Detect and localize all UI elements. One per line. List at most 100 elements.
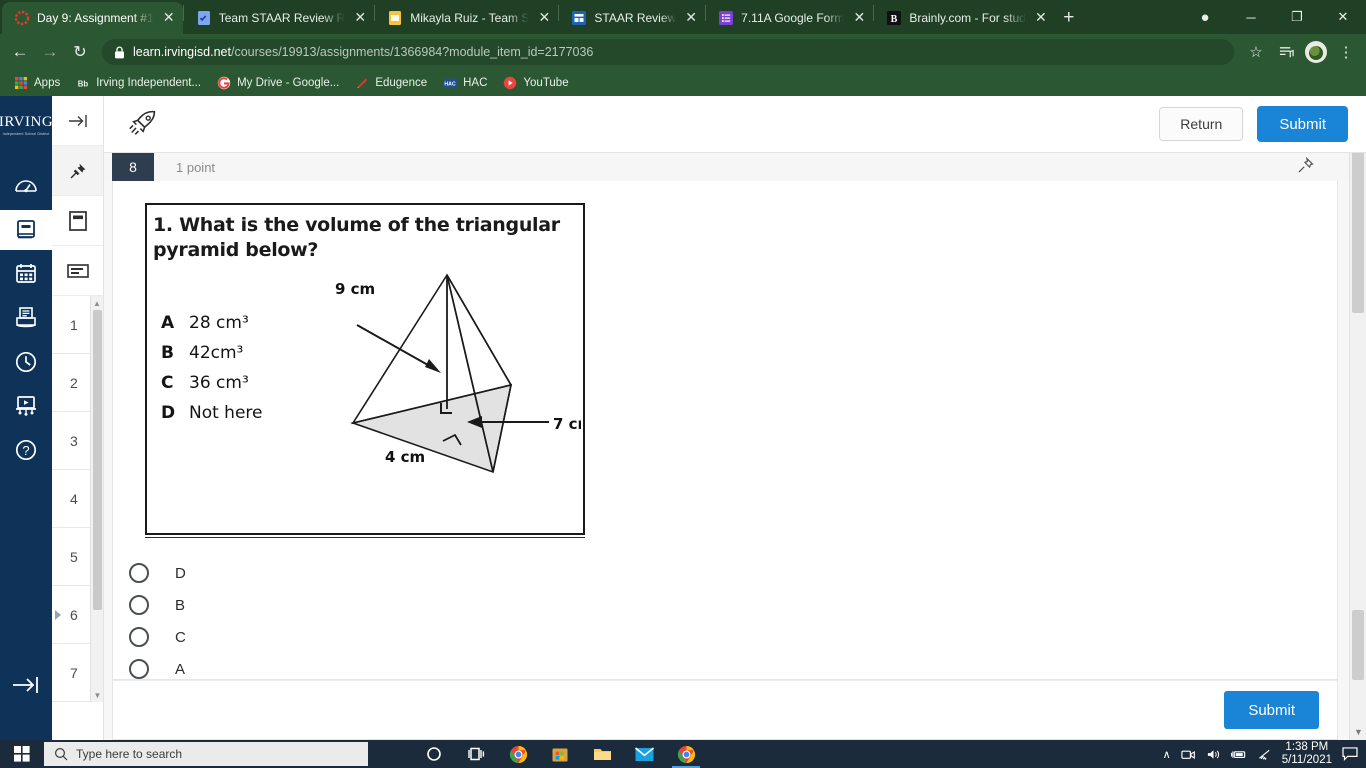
tab-close-icon[interactable]: ✕ [851, 10, 867, 26]
bookmark-label: YouTube [523, 77, 569, 89]
canvas-icon [14, 10, 30, 26]
question-list-scrollbar[interactable]: ▲ ▼ [90, 296, 103, 702]
question-number: 7 [70, 664, 78, 681]
maximize-button[interactable]: ❐ [1274, 1, 1320, 33]
book-icon [17, 220, 35, 239]
radio-button[interactable] [129, 627, 149, 647]
tab-close-icon[interactable]: ✕ [683, 10, 699, 26]
forms-list-icon [719, 11, 734, 25]
pin-panel-button[interactable] [52, 146, 103, 196]
scroll-up-arrow[interactable]: ▲ [91, 296, 103, 310]
sidebar-item-help[interactable]: ? [0, 430, 52, 470]
volume-icon[interactable] [1206, 748, 1221, 761]
answer-option-1[interactable]: D [123, 557, 1337, 589]
minimize-button[interactable]: ─ [1228, 1, 1274, 33]
tab-title: 7.11A Google Form [741, 11, 845, 25]
expand-panel-button[interactable] [52, 96, 103, 146]
forward-button[interactable]: → [36, 38, 64, 66]
chrome-menu-button[interactable]: ⋮ [1332, 38, 1360, 66]
sidebar-item-inbox[interactable] [0, 298, 52, 338]
browser-tab-3[interactable]: Mikayla Ruiz - Team S ✕ [375, 2, 558, 34]
bookmarks-bar: Apps Bb Irving Independent... My Drive -… [0, 70, 1366, 96]
question-body: 1. What is the volume of the triangular … [112, 181, 1338, 680]
tab-title: Mikayla Ruiz - Team S [410, 11, 530, 25]
page-scrollbar-thumb-secondary[interactable] [1352, 610, 1364, 680]
task-view-button[interactable] [456, 740, 496, 768]
address-bar[interactable]: learn.irvingisd.net/courses/19913/assign… [102, 39, 1234, 65]
bookmark-hac[interactable]: HAC HAC [443, 76, 487, 90]
browser-window: Day 9: Assignment #1 ✕ Team STAAR Review… [0, 0, 1366, 740]
pin-question-button[interactable] [1297, 156, 1314, 179]
logo-tagline: Independent School District [2, 131, 50, 136]
scrollbar-thumb[interactable] [93, 310, 102, 610]
browser-tab-4[interactable]: STAAR Review ✕ [559, 2, 705, 34]
question-number: 2 [70, 374, 78, 391]
new-tab-button[interactable]: + [1055, 4, 1083, 32]
sidebar-item-calendar[interactable] [0, 254, 52, 294]
reading-list-icon[interactable] [1272, 38, 1300, 66]
microsoft-store-button[interactable] [540, 740, 580, 768]
back-button[interactable]: ← [6, 38, 34, 66]
answer-option-4[interactable]: A [123, 653, 1337, 679]
text-block-button[interactable] [52, 246, 103, 296]
submit-button-bottom[interactable]: Submit [1224, 691, 1319, 729]
bookmark-youtube[interactable]: YouTube [503, 76, 569, 90]
mail-button[interactable] [624, 740, 664, 768]
scroll-down-arrow[interactable]: ▼ [91, 688, 104, 702]
notification-icon[interactable] [1342, 747, 1358, 761]
browser-tab-6[interactable]: B Brainly.com - For stud ✕ [874, 2, 1054, 34]
header-block-button[interactable] [52, 196, 103, 246]
bookmark-star-icon[interactable]: ☆ [1242, 38, 1270, 66]
answer-option-3[interactable]: C [123, 621, 1337, 653]
close-window-button[interactable]: ✕ [1320, 1, 1366, 33]
browser-tab-2[interactable]: Team STAAR Review R ✕ [184, 2, 374, 34]
file-explorer-button[interactable] [582, 740, 622, 768]
bookmark-apps[interactable]: Apps [14, 76, 60, 90]
question-figure-wrap: 1. What is the volume of the triangular … [145, 203, 1337, 535]
profile-avatar[interactable] [1302, 38, 1330, 66]
bookmark-irving-isd[interactable]: Bb Irving Independent... [76, 76, 201, 90]
clock[interactable]: 1:38 PM 5/11/2021 [1282, 741, 1332, 767]
bookmark-label: Edugence [375, 77, 428, 89]
youtube-icon [504, 76, 517, 90]
submit-button-top[interactable]: Submit [1257, 106, 1348, 142]
reload-button[interactable]: ↻ [66, 38, 94, 66]
browser-tab-5[interactable]: 7.11A Google Form ✕ [706, 2, 873, 34]
start-button[interactable] [0, 740, 44, 768]
figure-choice-a: A 28 cm³ [161, 313, 263, 333]
sidebar-item-courses[interactable] [0, 210, 52, 250]
cortana-button[interactable] [414, 740, 454, 768]
sidebar-item-dashboard[interactable] [0, 166, 52, 206]
camera-icon[interactable] [1181, 748, 1196, 761]
radio-button[interactable] [129, 659, 149, 679]
radio-button[interactable] [129, 563, 149, 583]
chrome-active-window-button[interactable] [666, 740, 706, 768]
bookmark-edugence[interactable]: Edugence [355, 76, 427, 90]
browser-tab-1[interactable]: Day 9: Assignment #1 ✕ [2, 2, 183, 34]
figure-choice-d: D Not here [161, 403, 263, 423]
chrome-taskbar-button[interactable] [498, 740, 538, 768]
tab-close-icon[interactable]: ✕ [352, 10, 368, 26]
tab-close-icon[interactable]: ✕ [161, 10, 177, 26]
tab-close-icon[interactable]: ✕ [536, 10, 552, 26]
answer-option-2[interactable]: B [123, 589, 1337, 621]
browser-toolbar: ← → ↻ learn.irvingisd.net/courses/19913/… [0, 34, 1366, 70]
wifi-icon[interactable] [1257, 748, 1272, 761]
search-input[interactable]: Type here to search [44, 742, 368, 766]
page-scroll-down-arrow[interactable]: ▼ [1350, 723, 1366, 740]
tray-expand-chevron[interactable]: ∧ [1163, 748, 1171, 761]
sidebar-item-history[interactable] [0, 342, 52, 382]
sidebar-collapse-button[interactable] [0, 674, 52, 696]
return-button[interactable]: Return [1159, 107, 1244, 141]
tab-close-icon[interactable]: ✕ [1033, 10, 1049, 26]
bookmark-my-drive[interactable]: My Drive - Google... [217, 76, 339, 90]
page-scrollbar[interactable]: ▲ ▼ [1349, 96, 1366, 740]
sidebar-item-studio[interactable] [0, 386, 52, 426]
answer-label: B [175, 596, 186, 614]
sheets-icon [389, 11, 402, 25]
media-control-icon[interactable]: ● [1182, 1, 1228, 33]
choice-text: 28 cm³ [189, 313, 249, 333]
battery-icon[interactable] [1230, 748, 1247, 761]
radio-button[interactable] [129, 595, 149, 615]
answer-label: A [175, 660, 186, 678]
